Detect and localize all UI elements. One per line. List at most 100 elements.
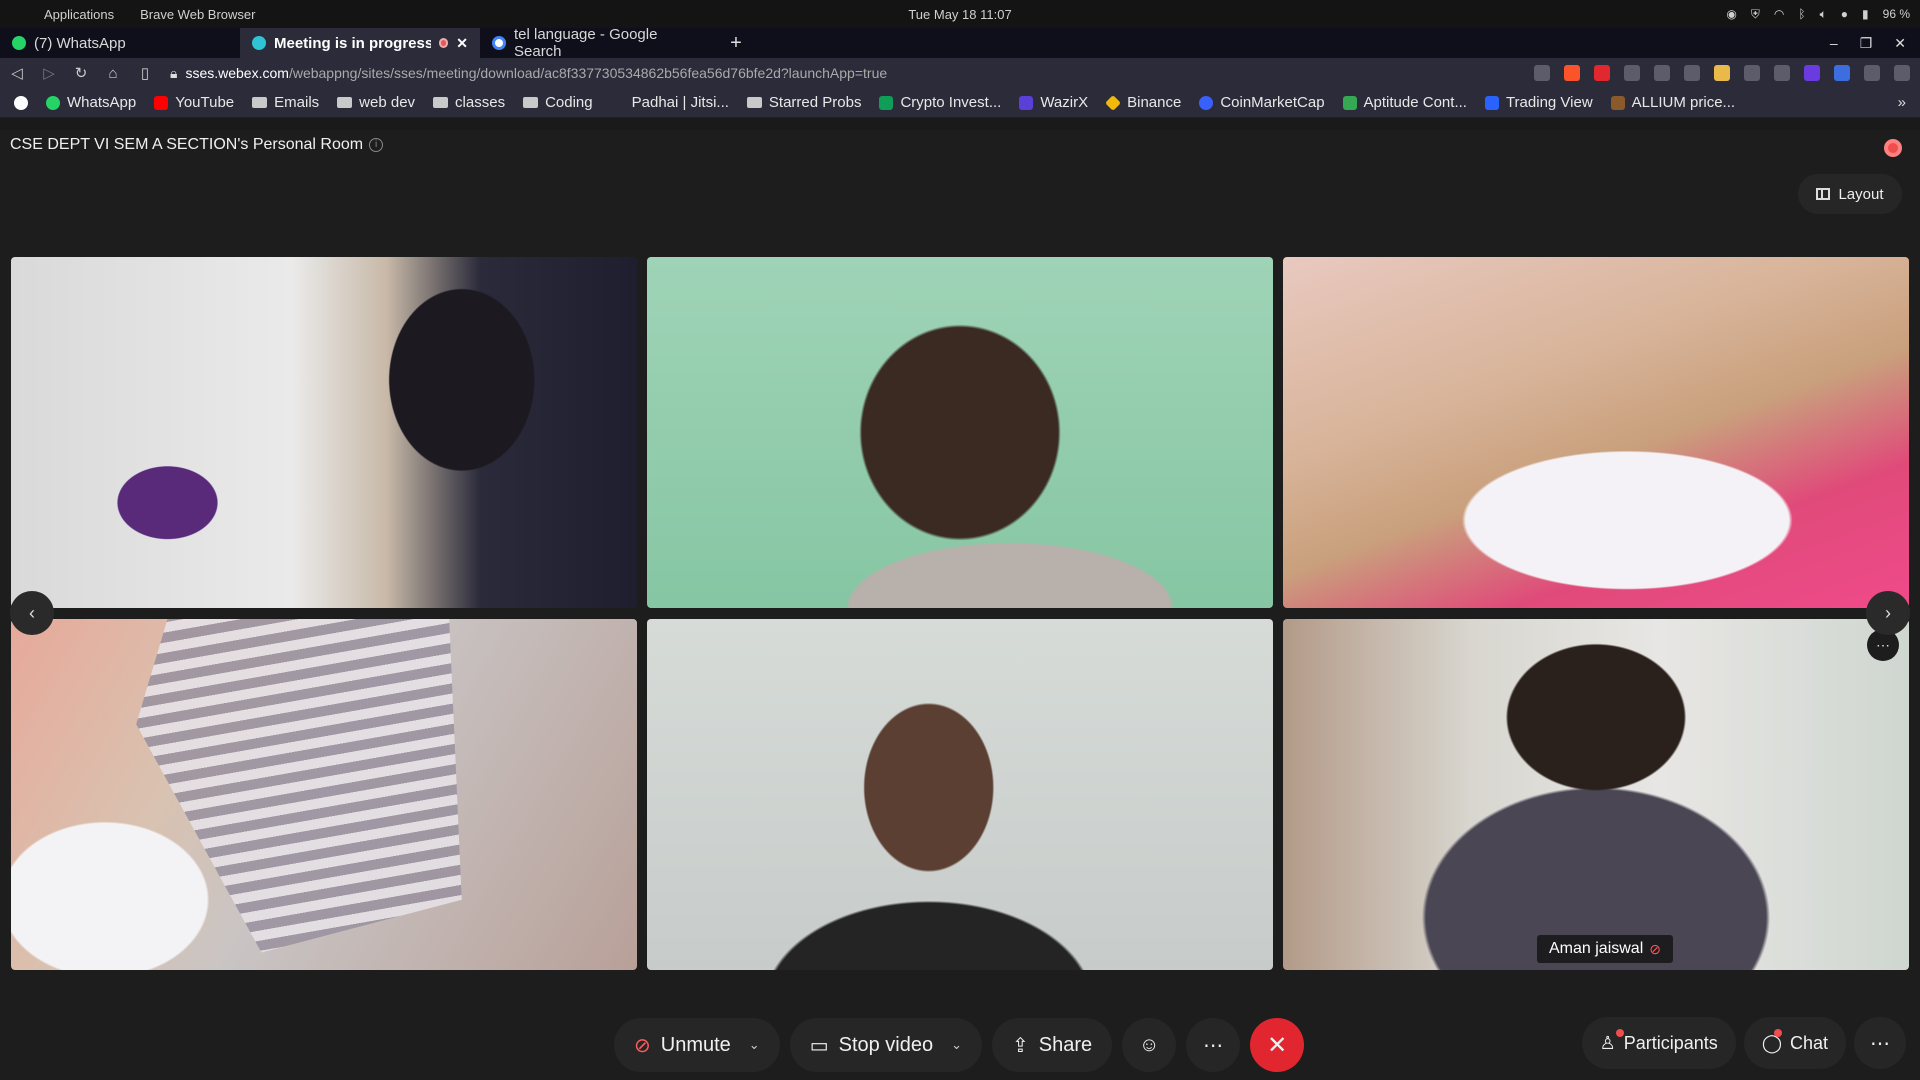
extension-icon[interactable] (1774, 65, 1790, 81)
wifi-icon[interactable]: ◠ (1774, 7, 1784, 21)
extension-icon[interactable] (1744, 65, 1760, 81)
reactions-button[interactable]: ☺ (1122, 1018, 1177, 1072)
system-clock[interactable]: Tue May 18 11:07 (908, 7, 1011, 22)
bookmark-coding[interactable]: Coding (523, 94, 593, 111)
emoji-icon: ☺ (1138, 1033, 1160, 1056)
extension-icon[interactable] (1684, 65, 1700, 81)
layout-label: Layout (1838, 185, 1884, 203)
battery-icon[interactable]: ▮ (1862, 7, 1869, 21)
minimize-icon[interactable]: – (1830, 35, 1838, 51)
video-tile[interactable]: ⋯ Aman jaiswal ⊘ (1283, 619, 1909, 970)
bookmark-whatsapp[interactable]: WhatsApp (46, 94, 136, 111)
bookmark-web-dev[interactable]: web dev (337, 94, 415, 111)
home-icon[interactable]: ⌂ (106, 65, 120, 82)
chat-button[interactable]: ◯ Chat (1743, 1017, 1846, 1069)
menu-active-app[interactable]: Brave Web Browser (140, 7, 255, 22)
bookmark-crypto-invest[interactable]: Crypto Invest... (879, 94, 1001, 111)
bookmark-label: Aptitude Cont... (1363, 94, 1467, 111)
folder-icon (433, 97, 449, 108)
info-icon[interactable]: i (369, 137, 384, 152)
bookmark-coinmarketcap[interactable]: CoinMarketCap (1199, 94, 1325, 111)
bookmark-label: CoinMarketCap (1220, 94, 1325, 111)
brave-icon[interactable] (14, 95, 28, 110)
shield-icon[interactable]: ⛨ (1751, 7, 1760, 22)
whatsapp-icon (46, 95, 60, 110)
panel-more-button[interactable]: ⋯ (1854, 1017, 1906, 1069)
bookmark-padhai-jitsi[interactable]: Padhai | Jitsi... (610, 94, 729, 111)
restore-icon[interactable]: ❐ (1860, 35, 1873, 52)
bookmark-classes[interactable]: classes (433, 94, 505, 111)
video-tile[interactable] (647, 619, 1273, 970)
microphone-icon[interactable]: ● (1841, 7, 1848, 21)
tab-title: (7) WhatsApp (34, 34, 126, 52)
bookmark-label: Starred Probs (768, 94, 862, 111)
back-icon[interactable]: ◁ (10, 64, 24, 82)
video-tile[interactable] (11, 257, 637, 608)
puzzle-icon[interactable] (1864, 65, 1880, 81)
extension-icon[interactable] (1804, 65, 1820, 81)
bookmark-label: YouTube (175, 94, 235, 111)
extension-icon[interactable] (1654, 65, 1670, 81)
bookmark-aptitude[interactable]: Aptitude Cont... (1342, 94, 1467, 111)
tab-whatsapp[interactable]: (7) WhatsApp (0, 28, 240, 58)
reload-icon[interactable]: ↻ (74, 64, 88, 82)
notification-dot (1773, 1029, 1782, 1037)
youtube-icon (154, 95, 169, 110)
forward-icon[interactable]: ▷ (42, 64, 56, 82)
extension-icon[interactable] (1624, 65, 1640, 81)
tradingview-icon (1484, 95, 1499, 110)
bookmark-binance[interactable]: Binance (1105, 94, 1181, 111)
new-tab-button[interactable]: + (720, 28, 752, 58)
more-icon: ⋯ (1203, 1034, 1224, 1057)
video-tile[interactable] (647, 257, 1273, 608)
chevron-down-icon[interactable]: ⌄ (749, 1037, 760, 1053)
bookmark-emails[interactable]: Emails (252, 94, 319, 111)
grid-layout-icon (1816, 188, 1831, 200)
menu-icon[interactable] (1894, 65, 1910, 81)
tab-meeting[interactable]: Meeting is in progress.. ✕ (240, 28, 480, 58)
bookmark-icon[interactable]: ▯ (138, 64, 152, 82)
coinmarketcap-icon (1199, 95, 1214, 110)
tab-google-search[interactable]: tel language - Google Search (480, 26, 720, 60)
participants-button[interactable]: ♙ Participants (1581, 1017, 1736, 1069)
leave-meeting-button[interactable]: ✕ (1250, 1018, 1305, 1072)
url-field[interactable]: 🔒︎ sses.webex.com/webappng/sites/sses/mee… (170, 65, 1516, 82)
video-tile[interactable] (11, 619, 637, 970)
extensions-area (1534, 65, 1910, 81)
mic-muted-icon: ⊘ (1649, 940, 1661, 957)
unmute-label: Unmute (660, 1033, 731, 1056)
close-tab-icon[interactable]: ✕ (456, 35, 468, 52)
discord-icon[interactable]: ◉ (1726, 7, 1736, 21)
brave-rewards-icon[interactable] (1594, 65, 1610, 81)
layout-button[interactable]: Layout (1798, 174, 1902, 214)
menu-applications[interactable]: Applications (44, 7, 114, 22)
camera-icon[interactable] (1534, 65, 1550, 81)
bookmark-youtube[interactable]: YouTube (154, 94, 234, 111)
bookmark-allium[interactable]: ALLIUM price... (1610, 94, 1735, 111)
stop-video-button[interactable]: ▭ Stop video ⌄ (789, 1018, 983, 1072)
bookmark-label: classes (455, 94, 506, 111)
previous-page-arrow-icon[interactable]: ‹ (10, 591, 54, 635)
next-page-arrow-icon[interactable]: › (1866, 591, 1910, 635)
participant-video (1283, 257, 1909, 608)
more-options-button[interactable]: ⋯ (1186, 1018, 1241, 1072)
bookmark-trading-view[interactable]: Trading View (1484, 94, 1593, 111)
more-bookmarks-icon[interactable]: » (1898, 94, 1906, 111)
bookmark-starred-probs[interactable]: Starred Probs (746, 94, 862, 111)
bookmark-wazirx[interactable]: WazirX (1019, 94, 1088, 111)
address-bar-row: ◁ ▷ ↻ ⌂ ▯ 🔒︎ sses.webex.com/webappng/site… (0, 58, 1920, 88)
video-grid: ⋯ Aman jaiswal ⊘ (11, 257, 1909, 970)
chevron-down-icon[interactable]: ⌄ (951, 1037, 962, 1053)
recording-icon[interactable] (1884, 139, 1902, 157)
extension-icon[interactable] (1714, 65, 1730, 81)
video-tile[interactable] (1283, 257, 1909, 608)
share-button[interactable]: ⇪ Share (992, 1018, 1113, 1072)
participant-video (647, 257, 1273, 608)
browser-tab-strip: (7) WhatsApp Meeting is in progress.. ✕ … (0, 26, 1920, 60)
volume-icon[interactable]: 🔈︎ (1820, 7, 1827, 22)
close-window-icon[interactable]: ✕ (1894, 35, 1906, 52)
unmute-button[interactable]: ⊘ Unmute ⌄ (614, 1018, 780, 1072)
extension-icon[interactable] (1834, 65, 1850, 81)
bluetooth-icon[interactable]: ᛒ (1798, 7, 1805, 21)
brave-shield-icon[interactable] (1564, 65, 1580, 81)
